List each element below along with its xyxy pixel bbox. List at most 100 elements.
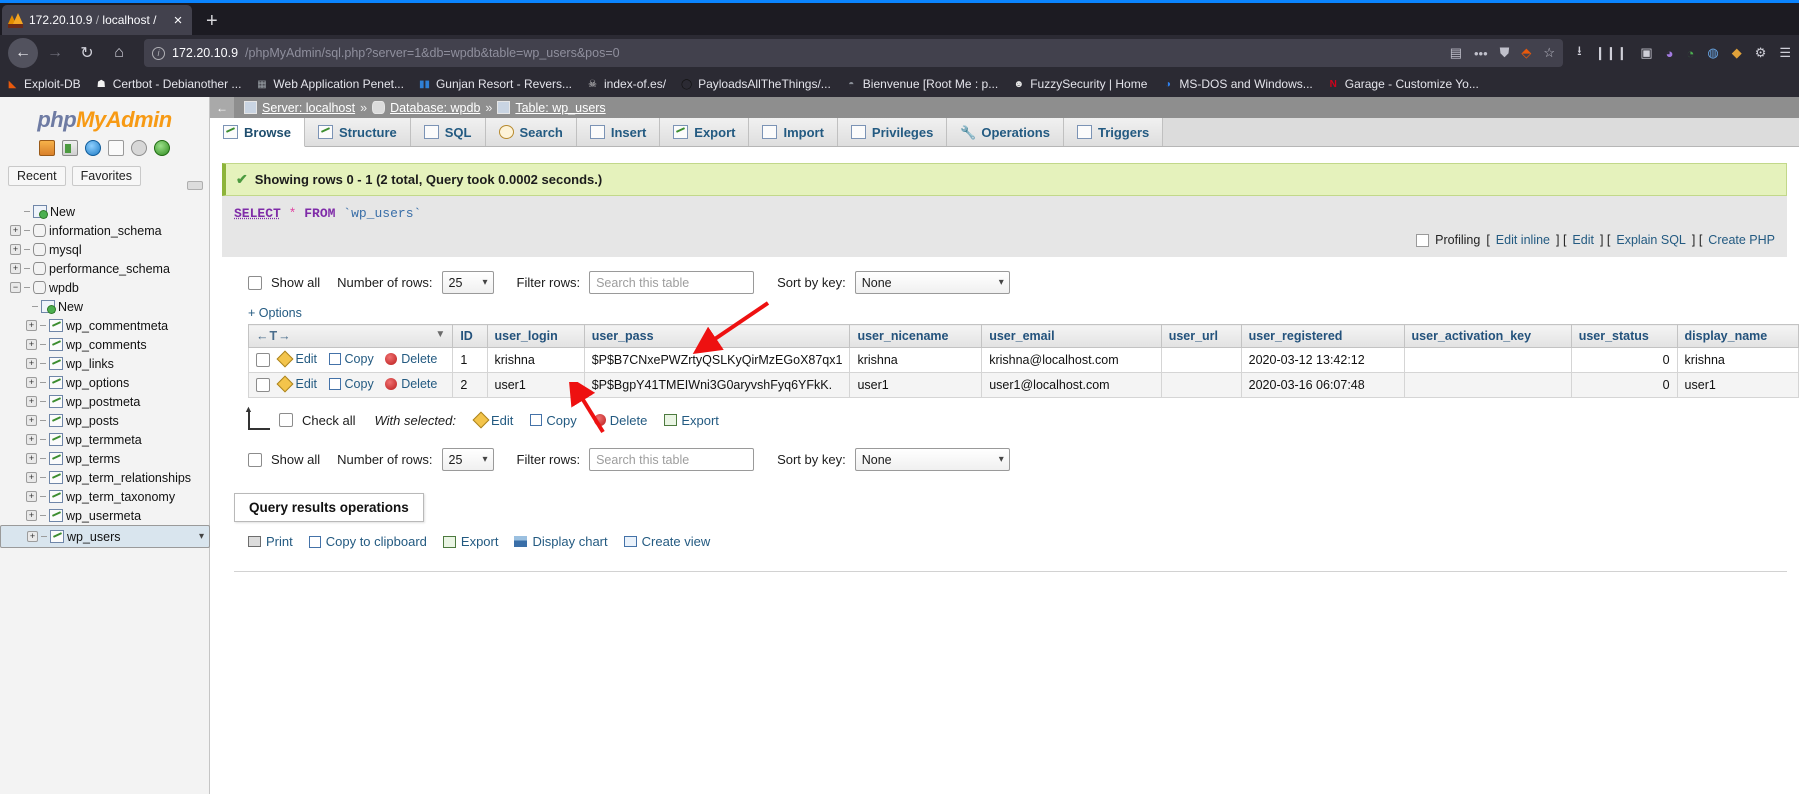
column-header-user-nicename[interactable]: user_nicename xyxy=(849,324,983,348)
collapse-toggle-icon[interactable]: − xyxy=(10,282,21,293)
breadcrumb-database[interactable]: Database: wpdb xyxy=(390,101,480,115)
delete-row-button[interactable]: Delete xyxy=(385,377,437,391)
tree-item-wp-term-taxonomy[interactable]: + wp_term_taxonomy xyxy=(10,487,209,506)
create-php-link[interactable]: Create PHP xyxy=(1708,233,1775,247)
bookmark-item[interactable]: ▦ Web Application Penet... xyxy=(255,77,404,91)
download-icon[interactable]: ⭳ xyxy=(1577,42,1582,64)
tracking-protection-icon[interactable]: ⛊ xyxy=(1500,45,1510,61)
expand-toggle-icon[interactable]: + xyxy=(10,244,21,255)
column-header-user-pass[interactable]: user_pass xyxy=(583,324,851,348)
with-selected-export-button[interactable]: Export xyxy=(664,413,719,428)
tab-operations[interactable]: 🔧 Operations xyxy=(947,118,1064,146)
export-label[interactable]: Export xyxy=(461,534,499,549)
expand-toggle-icon[interactable]: + xyxy=(26,510,37,521)
column-header-user-activation-key[interactable]: user_activation_key xyxy=(1403,324,1572,348)
with-selected-delete-button[interactable]: Delete xyxy=(593,413,648,428)
tab-sql[interactable]: SQL xyxy=(410,118,486,146)
tab-search[interactable]: Search xyxy=(485,118,577,146)
tab-export[interactable]: Export xyxy=(660,118,750,146)
delete-label[interactable]: Delete xyxy=(401,352,437,366)
display-chart-button[interactable]: Display chart xyxy=(514,534,608,549)
edit-row-button[interactable]: Edit xyxy=(276,375,317,393)
edit-label[interactable]: Edit xyxy=(295,377,317,391)
breadcrumb-server[interactable]: Server: localhost xyxy=(262,101,355,115)
tree-item-new-table[interactable]: New xyxy=(10,297,209,316)
delete-label[interactable]: Delete xyxy=(610,413,648,428)
delete-row-button[interactable]: Delete xyxy=(385,352,437,366)
bookmark-star-icon[interactable]: ☆ xyxy=(1543,45,1555,61)
edit-link[interactable]: Edit xyxy=(1572,233,1594,247)
options-toggle-link[interactable]: + Options xyxy=(222,294,1799,324)
tab-insert[interactable]: Insert xyxy=(576,118,661,146)
bookmark-item[interactable]: ☠ index-of.es/ xyxy=(586,77,666,91)
reload-icon[interactable] xyxy=(154,140,170,156)
copy-row-button[interactable]: Copy xyxy=(328,352,374,366)
tree-item-wp-links[interactable]: + wp_links xyxy=(10,354,209,373)
number-of-rows-select-top[interactable]: 25 xyxy=(441,271,494,294)
edit-row-button[interactable]: Edit xyxy=(276,350,317,368)
column-header-user-registered[interactable]: user_registered xyxy=(1240,324,1405,348)
tab-browse[interactable]: Browse xyxy=(210,118,305,147)
bookmark-item[interactable]: ◯ PayloadsAllTheThings/... xyxy=(680,77,831,91)
expand-toggle-icon[interactable]: + xyxy=(26,434,37,445)
globe-icon[interactable]: ◍ xyxy=(1707,45,1718,61)
filter-rows-input-top[interactable]: Search this table xyxy=(589,271,755,294)
sort-by-key-select-bottom[interactable]: None xyxy=(854,448,1010,471)
phpmyadmin-logo[interactable]: phpMyAdmin xyxy=(0,97,209,137)
expand-toggle-icon[interactable]: + xyxy=(26,377,37,388)
info-icon[interactable]: i xyxy=(152,46,165,60)
copy-label[interactable]: Copy xyxy=(345,352,374,366)
create-view-button[interactable]: Create view xyxy=(623,534,710,549)
copy-to-clipboard-button[interactable]: Copy to clipboard xyxy=(308,534,427,549)
with-selected-copy-button[interactable]: Copy xyxy=(530,413,577,428)
expand-toggle-icon[interactable]: + xyxy=(10,225,21,236)
help-icon[interactable] xyxy=(85,140,101,156)
tree-item-wp-posts[interactable]: + wp_posts xyxy=(10,411,209,430)
bookmark-item[interactable]: ◓ Bienvenue [Root Me : p... xyxy=(845,77,998,91)
pocket-icon[interactable]: ⬘ xyxy=(1521,45,1531,61)
expand-toggle-icon[interactable]: + xyxy=(26,358,37,369)
tree-item-wp-termmeta[interactable]: + wp_termmeta xyxy=(10,430,209,449)
tree-item-performance-schema[interactable]: + performance_schema xyxy=(10,259,209,278)
show-all-checkbox-bottom[interactable] xyxy=(248,452,262,467)
tab-triggers[interactable]: Triggers xyxy=(1063,118,1164,146)
expand-toggle-icon[interactable]: + xyxy=(26,396,37,407)
sort-dropdown-icon[interactable]: ▼ xyxy=(435,329,445,340)
column-header-user-status[interactable]: user_status xyxy=(1570,324,1678,348)
tree-item-wp-usermeta[interactable]: + wp_usermeta xyxy=(10,506,209,525)
column-header-user-login[interactable]: user_login xyxy=(486,324,585,348)
tab-favorites[interactable]: Favorites xyxy=(71,166,142,186)
tree-item-wp-options[interactable]: + wp_options xyxy=(10,373,209,392)
expand-toggle-icon[interactable]: + xyxy=(26,415,37,426)
column-header-id[interactable]: ID xyxy=(452,324,488,348)
url-bar[interactable]: i 172.20.10.9/phpMyAdmin/sql.php?server=… xyxy=(144,39,1564,67)
back-icon[interactable]: ← xyxy=(210,97,234,118)
print-label[interactable]: Print xyxy=(266,534,293,549)
screenshot-icon[interactable]: ▣ xyxy=(1640,45,1652,61)
reader-view-icon[interactable]: ▤ xyxy=(1450,45,1462,61)
tree-item-new-database[interactable]: New xyxy=(10,202,209,221)
tree-item-wp-commentmeta[interactable]: + wp_commentmeta xyxy=(10,316,209,335)
with-selected-edit-button[interactable]: Edit xyxy=(472,411,513,429)
page-actions-icon[interactable]: ••• xyxy=(1474,46,1488,61)
show-all-checkbox-top[interactable] xyxy=(248,275,262,290)
number-of-rows-select-bottom[interactable]: 25 xyxy=(441,448,494,471)
sort-by-key-select-top[interactable]: None xyxy=(854,271,1010,294)
tree-item-wp-users[interactable]: + wp_users xyxy=(0,525,210,548)
copy-label[interactable]: Copy xyxy=(546,413,576,428)
tree-item-wpdb[interactable]: − wpdb xyxy=(10,278,209,297)
expand-toggle-icon[interactable]: + xyxy=(10,263,21,274)
row-checkbox[interactable] xyxy=(256,353,270,367)
bookmark-item[interactable]: N Garage - Customize Yo... xyxy=(1327,77,1479,91)
bookmark-item[interactable]: ☻ FuzzySecurity | Home xyxy=(1012,77,1147,91)
tab-structure[interactable]: Structure xyxy=(304,118,411,146)
tree-item-mysql[interactable]: + mysql xyxy=(10,240,209,259)
breadcrumb-table[interactable]: Table: wp_users xyxy=(515,101,605,115)
tab-import[interactable]: Import xyxy=(749,118,838,146)
sync-icon[interactable]: ◔ xyxy=(1686,46,1694,61)
profiling-checkbox[interactable] xyxy=(1416,233,1430,247)
expand-toggle-icon[interactable]: + xyxy=(26,491,37,502)
tab-privileges[interactable]: Privileges xyxy=(837,118,948,146)
export-button[interactable]: Export xyxy=(442,534,499,549)
explain-sql-link[interactable]: Explain SQL xyxy=(1616,233,1685,247)
